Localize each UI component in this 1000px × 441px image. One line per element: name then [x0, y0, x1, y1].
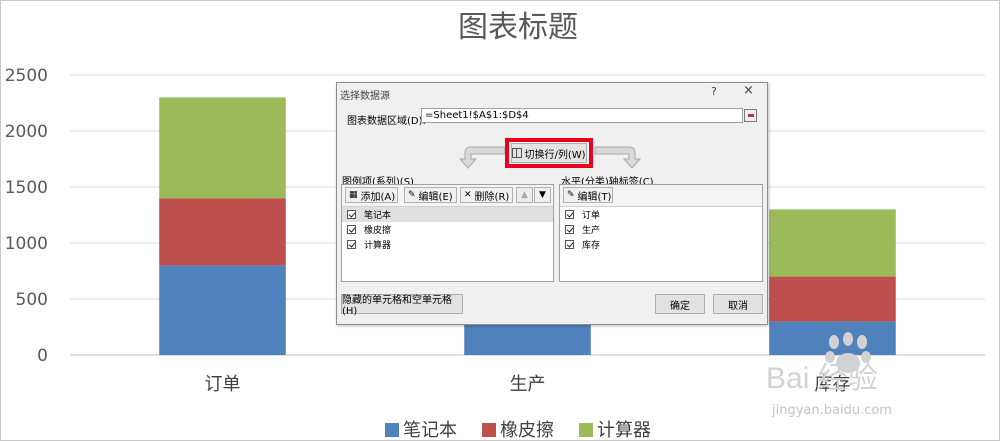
help-button[interactable]: ?: [711, 85, 717, 98]
delete-icon: ✕: [464, 189, 472, 200]
legend-swatch: [385, 423, 399, 437]
checkbox-checked[interactable]: [565, 225, 574, 234]
checkbox-checked[interactable]: [347, 225, 356, 234]
bar-segment: [464, 321, 591, 355]
axis-toolbar: ✎ 编辑(T): [560, 185, 762, 207]
bar-segment: [769, 276, 896, 322]
range-picker-button[interactable]: [744, 109, 757, 122]
legend-swatch: [482, 423, 496, 437]
dialog-title: 选择数据源: [340, 91, 390, 102]
select-data-source-dialog: 选择数据源 ? × 图表数据区域(D): 切换行/列(W) 图例项(系列)(S)…: [336, 82, 768, 325]
add-series-button[interactable]: ▦ 添加(A): [345, 187, 398, 203]
chart-legend: 笔记本 橡皮擦 计算器: [385, 420, 651, 441]
list-item[interactable]: 计算器: [342, 237, 553, 252]
list-item[interactable]: 库存: [560, 237, 762, 252]
move-down-button[interactable]: ▼: [534, 187, 551, 203]
axis-label-list: 订单 生产 库存: [560, 207, 762, 252]
list-item[interactable]: 订单: [560, 207, 762, 222]
left-curved-arrow-icon: [458, 146, 506, 169]
y-tick-label: 1000: [5, 234, 48, 254]
x-tick-label: 订单: [205, 374, 241, 395]
legend-swatch: [579, 423, 593, 437]
legend-label: 橡皮擦: [500, 420, 554, 441]
legend-label: 计算器: [597, 420, 651, 441]
bar-segment: [159, 198, 286, 266]
move-up-button[interactable]: ▲: [516, 187, 533, 203]
series-toolbar: ▦ 添加(A) ✎ 编辑(E) ✕ 删除(R) ▲ ▼: [342, 185, 553, 207]
y-tick-label: 1500: [5, 178, 48, 198]
switch-row-column-button[interactable]: 切换行/列(W): [511, 143, 587, 163]
y-tick-label: 500: [16, 290, 48, 310]
y-tick-label: 0: [37, 346, 48, 366]
close-button[interactable]: ×: [743, 83, 754, 98]
move-up-icon: ▲: [521, 189, 528, 200]
x-tick-label: 生产: [510, 374, 546, 395]
bar-segment: [159, 265, 286, 355]
list-item[interactable]: 橡皮擦: [342, 222, 553, 237]
axis-labels-pane: ✎ 编辑(T) 订单 生产 库存: [559, 184, 763, 282]
switch-row-column-label: 切换行/列(W): [524, 149, 586, 161]
checkbox-checked[interactable]: [565, 240, 574, 249]
x-axis: 订单 生产 库存: [205, 374, 851, 395]
watermark-logo-text: Bai 经验: [766, 362, 878, 395]
watermark-url: jingyan.baidu.com: [772, 403, 892, 418]
data-range-label: 图表数据区域(D):: [347, 116, 426, 127]
list-item[interactable]: 生产: [560, 222, 762, 237]
chart-title: 图表标题: [458, 10, 578, 45]
checkbox-checked[interactable]: [565, 210, 574, 219]
bar-segment: [769, 209, 896, 277]
y-tick-label: 2500: [5, 66, 48, 86]
legend-label: 笔记本: [403, 420, 457, 441]
bar-segment: [159, 97, 286, 199]
remove-series-button[interactable]: ✕ 删除(R): [460, 187, 513, 203]
data-range-input[interactable]: [421, 108, 743, 123]
add-icon: ▦: [349, 189, 358, 200]
edit-icon: ✎: [408, 189, 416, 200]
list-item[interactable]: 笔记本: [342, 207, 553, 222]
right-curved-arrow-icon: [594, 146, 642, 169]
switch-row-column-icon: [512, 148, 523, 158]
series-list: 笔记本 橡皮擦 计算器: [342, 207, 553, 252]
checkbox-checked[interactable]: [347, 210, 356, 219]
legend-entries-pane: ▦ 添加(A) ✎ 编辑(E) ✕ 删除(R) ▲ ▼ 笔记本 橡皮擦 计算器: [341, 184, 554, 282]
hidden-empty-cells-button[interactable]: 隐藏的单元格和空单元格(H): [341, 294, 463, 317]
edit-icon: ✎: [567, 189, 575, 200]
checkbox-checked[interactable]: [347, 240, 356, 249]
y-axis: 0 500 1000 1500 2000 2500: [5, 66, 48, 366]
y-tick-label: 2000: [5, 122, 48, 142]
edit-series-button[interactable]: ✎ 编辑(E): [404, 187, 457, 203]
cancel-button[interactable]: 取消: [713, 294, 763, 314]
move-down-icon: ▼: [539, 189, 546, 200]
edit-axis-button[interactable]: ✎ 编辑(T): [563, 187, 613, 203]
ok-button[interactable]: 确定: [655, 294, 705, 314]
